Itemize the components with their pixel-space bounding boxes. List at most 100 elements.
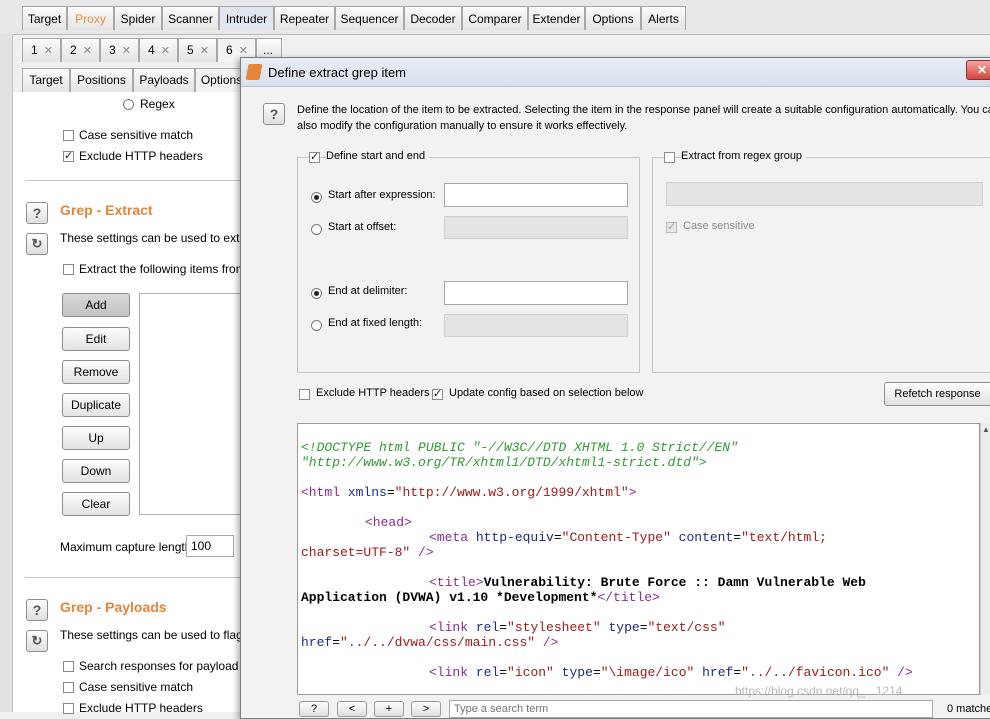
code-line: <meta http-equiv="Content-Type" content=…	[429, 530, 827, 545]
response-panel[interactable]: <!DOCTYPE html PUBLIC "-//W3C//DTD XHTML…	[297, 423, 980, 695]
duplicate-button[interactable]: Duplicate	[62, 393, 130, 417]
extract-items-checkbox[interactable]	[63, 264, 74, 275]
tab-target[interactable]: Target	[22, 6, 67, 30]
exclude-headers-checkbox[interactable]	[63, 149, 74, 162]
case-sensitive-checkbox	[666, 220, 677, 233]
attack-tab-5[interactable]: 5 ✕	[178, 38, 217, 62]
down-button[interactable]: Down	[62, 459, 130, 483]
attack-tab-4[interactable]: 4 ✕	[139, 38, 178, 62]
search-responses-checkbox[interactable]	[63, 661, 74, 672]
code-token: xmlns	[340, 485, 387, 500]
remove-button[interactable]: Remove	[62, 360, 130, 384]
close-icon[interactable]: ✕	[200, 45, 209, 57]
update-config-checkbox[interactable]	[432, 387, 443, 400]
subtab-payloads[interactable]: Payloads	[133, 68, 195, 92]
code-line: charset=UTF-8" />	[301, 545, 434, 560]
code-token: =	[386, 485, 395, 500]
end-at-delimiter-radio[interactable]	[311, 288, 322, 299]
subtab-positions[interactable]: Positions	[70, 68, 133, 92]
help-icon[interactable]: ?	[26, 599, 48, 621]
start-after-expression-label: Start after expression:	[328, 189, 436, 201]
exclude-headers-label: Exclude HTTP headers	[79, 149, 203, 163]
exclude-headers-checkbox[interactable]	[299, 389, 310, 400]
code-token: >	[628, 485, 637, 500]
start-at-offset-input[interactable]	[444, 216, 628, 239]
refetch-response-button[interactable]: Refetch response	[884, 382, 990, 406]
extract-regex-checkbox[interactable]	[664, 152, 675, 163]
tab-intruder[interactable]: Intruder	[219, 6, 274, 30]
tab-spider[interactable]: Spider	[114, 6, 162, 30]
help-icon[interactable]: ?	[263, 103, 285, 125]
clear-button[interactable]: Clear	[62, 492, 130, 516]
edit-button[interactable]: Edit	[62, 327, 130, 351]
end-at-fixed-length-radio[interactable]	[311, 320, 322, 331]
attack-tab-2[interactable]: 2 ✕	[61, 38, 100, 62]
next-button[interactable]: >	[411, 701, 441, 717]
close-icon[interactable]: ✕	[122, 45, 131, 57]
close-icon[interactable]: ✕	[239, 45, 248, 57]
start-after-expression-radio[interactable]	[311, 192, 322, 203]
tab-comparer[interactable]: Comparer	[462, 6, 528, 30]
exclude-headers-label: Exclude HTTP headers	[79, 701, 203, 715]
code-token: rel	[468, 620, 500, 635]
tab-alerts[interactable]: Alerts	[641, 6, 686, 30]
update-config-label: Update config based on selection below	[449, 387, 644, 399]
subtab-target[interactable]: Target	[22, 68, 70, 92]
case-sensitive-label: Case sensitive match	[79, 680, 194, 694]
refresh-icon[interactable]: ↻	[26, 630, 48, 652]
attack-tab-label: 5	[187, 43, 194, 57]
code-line: <link rel="icon" type="\image/ico" href=…	[429, 665, 913, 680]
add-button[interactable]: Add	[62, 293, 130, 317]
end-at-fixed-length-label: End at fixed length:	[328, 317, 423, 329]
tab-proxy[interactable]: Proxy	[67, 6, 114, 30]
previous-button[interactable]: <	[337, 701, 367, 717]
code-token: type	[600, 620, 640, 635]
search-input[interactable]	[449, 700, 933, 718]
attack-tab-label: 1	[31, 43, 38, 57]
add-button[interactable]: +	[374, 701, 404, 717]
define-start-end-checkbox[interactable]	[309, 150, 320, 163]
end-at-delimiter-input[interactable]	[444, 281, 628, 305]
help-icon[interactable]: ?	[26, 202, 48, 224]
case-sensitive-checkbox[interactable]	[63, 682, 74, 693]
code-token: />	[535, 635, 559, 650]
close-icon[interactable]: ✕	[83, 45, 92, 57]
main-tab-bar: Target Proxy Spider Scanner Intruder Rep…	[0, 0, 990, 35]
max-capture-input[interactable]: 100	[186, 535, 234, 557]
exclude-headers-checkbox[interactable]	[63, 703, 74, 714]
case-sensitive-checkbox[interactable]	[63, 130, 74, 141]
close-icon[interactable]: ✕	[161, 45, 170, 57]
tab-extender[interactable]: Extender	[528, 6, 585, 30]
divider	[25, 180, 240, 181]
help-icon[interactable]: ?	[299, 701, 329, 717]
code-token: <link	[429, 620, 469, 635]
close-icon[interactable]: ✕	[966, 60, 990, 80]
scrollbar[interactable]: ▲	[980, 423, 990, 695]
start-at-offset-radio[interactable]	[311, 224, 322, 235]
code-line: <!DOCTYPE html PUBLIC "-//W3C//DTD XHTML…	[301, 440, 738, 455]
dialog-description-line2: also modify the configuration manually t…	[297, 120, 628, 132]
code-token: />	[889, 665, 913, 680]
attack-tab-1[interactable]: 1 ✕	[22, 38, 61, 62]
tab-sequencer[interactable]: Sequencer	[335, 6, 404, 30]
tab-scanner[interactable]: Scanner	[162, 6, 219, 30]
extract-items-list[interactable]	[139, 293, 241, 515]
code-token: <title>	[429, 575, 484, 590]
regex-input[interactable]	[666, 182, 983, 206]
start-after-expression-input[interactable]	[444, 183, 628, 207]
end-at-fixed-length-input[interactable]	[444, 314, 628, 337]
code-token: <html	[301, 485, 341, 500]
tab-options[interactable]: Options	[585, 6, 641, 30]
attack-tab-3[interactable]: 3 ✕	[100, 38, 139, 62]
scroll-up-icon[interactable]: ▲	[982, 425, 990, 434]
code-token: "\image/ico"	[600, 665, 695, 680]
code-token: href	[694, 665, 734, 680]
up-button[interactable]: Up	[62, 426, 130, 450]
code-token: href	[301, 635, 333, 650]
case-sensitive-label: Case sensitive	[683, 220, 755, 232]
regex-radio[interactable]	[123, 99, 134, 110]
tab-repeater[interactable]: Repeater	[274, 6, 335, 30]
tab-decoder[interactable]: Decoder	[404, 6, 462, 30]
close-icon[interactable]: ✕	[44, 45, 53, 57]
refresh-icon[interactable]: ↻	[26, 233, 48, 255]
